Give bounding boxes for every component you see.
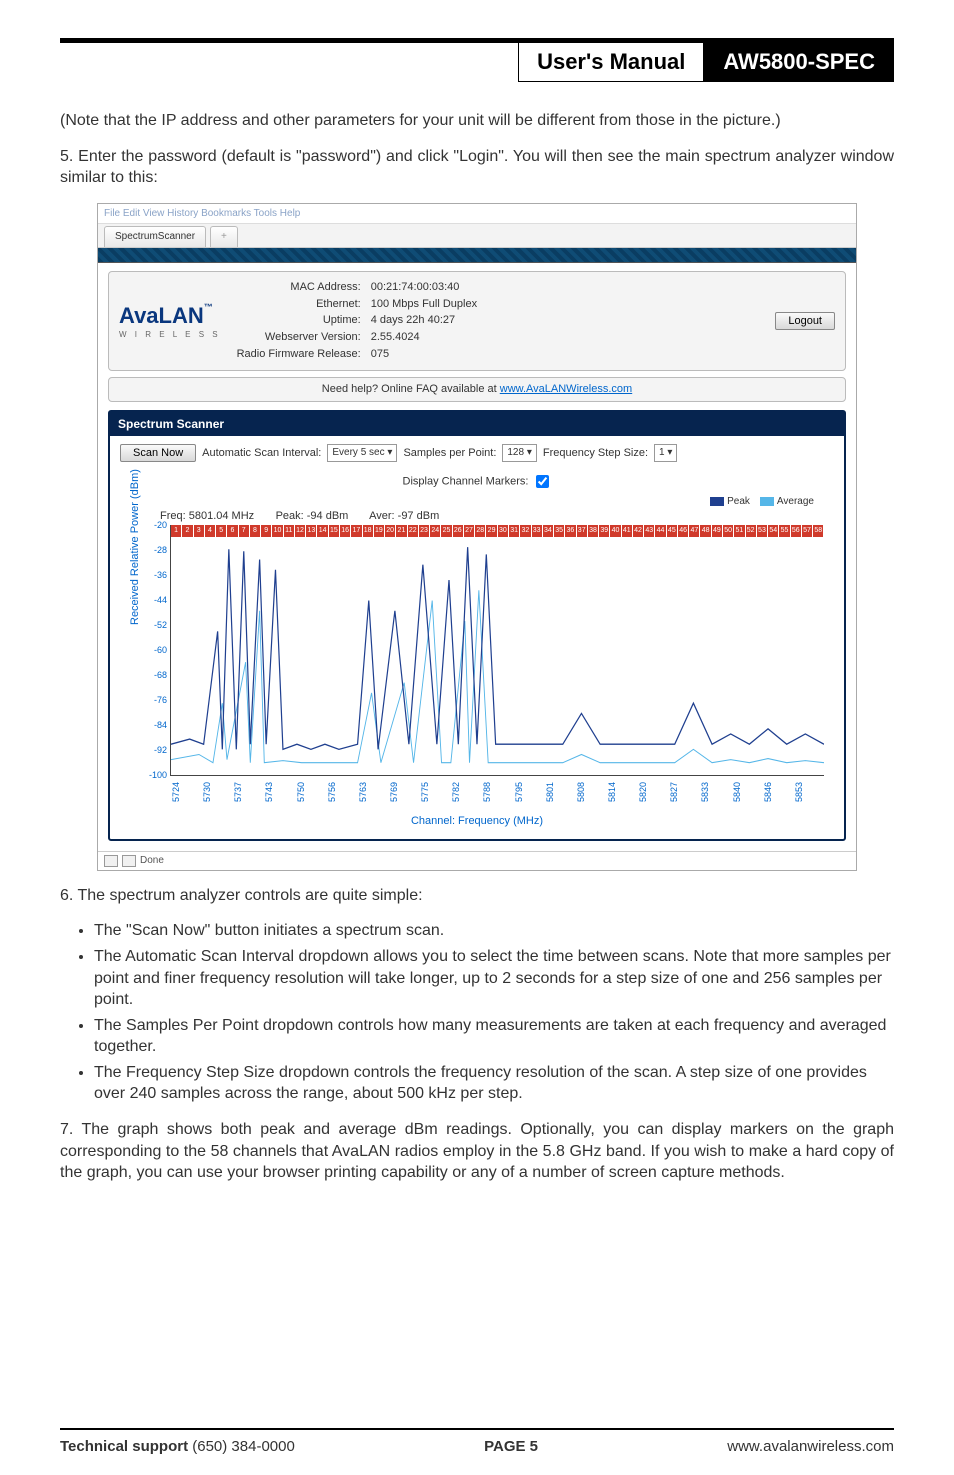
status-icon — [122, 855, 136, 867]
eth-v: 100 Mbps Full Duplex — [371, 297, 477, 312]
logout-button[interactable]: Logout — [775, 312, 835, 330]
list-item: The Frequency Step Size dropdown control… — [94, 1062, 894, 1105]
logo-block: AvaLAN™ W I R E L E S S — [119, 301, 221, 341]
spectrum-chart: 1234567891011121314151617181920212223242… — [170, 525, 824, 776]
asi-label: Automatic Scan Interval: — [202, 446, 321, 461]
step-7: 7. The graph shows both peak and average… — [60, 1119, 894, 1184]
ip-note: (Note that the IP address and other para… — [60, 110, 894, 132]
ws-v: 2.55.4024 — [371, 330, 477, 345]
chart-area: Received Relative Power (dBm) 1234567891… — [130, 525, 824, 829]
x-ticks: 5724573057375743575057565763576957755782… — [170, 782, 824, 812]
cursor-meta: Freq: 5801.04 MHz Peak: -94 dBm Aver: -9… — [120, 509, 834, 524]
list-item: The Automatic Scan Interval dropdown all… — [94, 946, 894, 1011]
chart-legend: Peak Average — [120, 495, 834, 509]
spp-label: Samples per Point: — [403, 446, 496, 461]
document-body: (Note that the IP address and other para… — [60, 110, 894, 1428]
faq-pre: Need help? Online FAQ available at — [322, 383, 500, 395]
up-k: Uptime: — [237, 313, 361, 328]
fw-k: Radio Firmware Release: — [237, 347, 361, 362]
ws-k: Webserver Version: — [237, 330, 361, 345]
status-bar: Done — [98, 851, 856, 870]
up-v: 4 days 22h 40:27 — [371, 313, 477, 328]
list-item: The "Scan Now" button initiates a spectr… — [94, 920, 894, 942]
logo-sub: W I R E L E S S — [119, 330, 221, 341]
header-bar: User's Manual AW5800-SPEC — [60, 38, 894, 82]
legend-peak-swatch — [710, 497, 724, 506]
firefox-menu[interactable]: File Edit View History Bookmarks Tools H… — [98, 204, 856, 225]
footer-support: Technical support (650) 384-0000 — [60, 1438, 295, 1455]
faq-bar: Need help? Online FAQ available at www.A… — [108, 377, 846, 402]
fw-v: 075 — [371, 347, 477, 362]
tab-spectrumscanner[interactable]: SpectrumScanner — [104, 226, 206, 247]
step-6: 6. The spectrum analyzer controls are qu… — [60, 885, 894, 907]
new-tab-button[interactable]: + — [210, 226, 238, 247]
fss-label: Frequency Step Size: — [543, 446, 648, 461]
markers-label: Display Channel Markers: — [403, 475, 529, 487]
markers-checkbox[interactable] — [536, 475, 549, 488]
meta-peak: Peak: -94 dBm — [276, 510, 349, 522]
controls-list: The "Scan Now" button initiates a spectr… — [60, 920, 894, 1105]
meta-aver: Aver: -97 dBm — [369, 510, 439, 522]
legend-avg-swatch — [760, 497, 774, 506]
peak-line — [171, 548, 824, 750]
status-icon — [104, 855, 118, 867]
eth-k: Ethernet: — [237, 297, 361, 312]
faq-link[interactable]: www.AvaLANWireless.com — [500, 383, 632, 395]
channel-markers: 1234567891011121314151617181920212223242… — [171, 525, 824, 537]
footer-page: PAGE 5 — [484, 1438, 538, 1455]
markers-row: Display Channel Markers: — [120, 472, 834, 491]
status-text: Done — [140, 854, 164, 868]
spectrum-panel-title: Spectrum Scanner — [110, 412, 844, 436]
mac-v: 00:21:74:00:03:40 — [371, 280, 477, 295]
plot-canvas — [171, 539, 824, 775]
footer-url: www.avalanwireless.com — [727, 1438, 894, 1455]
spp-select[interactable]: 128 ▾ — [502, 444, 537, 462]
scan-controls: Scan Now Automatic Scan Interval: Every … — [120, 444, 834, 462]
x-axis-label: Channel: Frequency (MHz) — [130, 814, 824, 829]
scan-now-button[interactable]: Scan Now — [120, 444, 196, 462]
logo-tm: ™ — [204, 302, 213, 312]
browser-screenshot: File Edit View History Bookmarks Tools H… — [97, 203, 857, 871]
fss-select[interactable]: 1 ▾ — [654, 444, 677, 462]
tab-strip: SpectrumScanner + — [98, 224, 856, 248]
device-info-panel: AvaLAN™ W I R E L E S S MAC Address: 00:2… — [108, 271, 846, 371]
asi-select[interactable]: Every 5 sec ▾ — [327, 444, 397, 462]
meta-freq: Freq: 5801.04 MHz — [160, 510, 254, 522]
list-item: The Samples Per Point dropdown controls … — [94, 1015, 894, 1058]
model-number: AW5800-SPEC — [704, 43, 894, 82]
ie-hatch-bar — [98, 248, 856, 263]
legend-peak: Peak — [727, 496, 750, 507]
step-5: 5. Enter the password (default is "passw… — [60, 146, 894, 189]
mac-k: MAC Address: — [237, 280, 361, 295]
legend-avg: Average — [777, 496, 814, 507]
logo-text: AvaLAN — [119, 303, 204, 328]
manual-title: User's Manual — [518, 43, 704, 82]
spectrum-panel: Spectrum Scanner Scan Now Automatic Scan… — [108, 410, 846, 841]
page-footer: Technical support (650) 384-0000 PAGE 5 … — [60, 1428, 894, 1455]
device-kv: MAC Address: 00:21:74:00:03:40 Ethernet: 1… — [237, 280, 478, 362]
